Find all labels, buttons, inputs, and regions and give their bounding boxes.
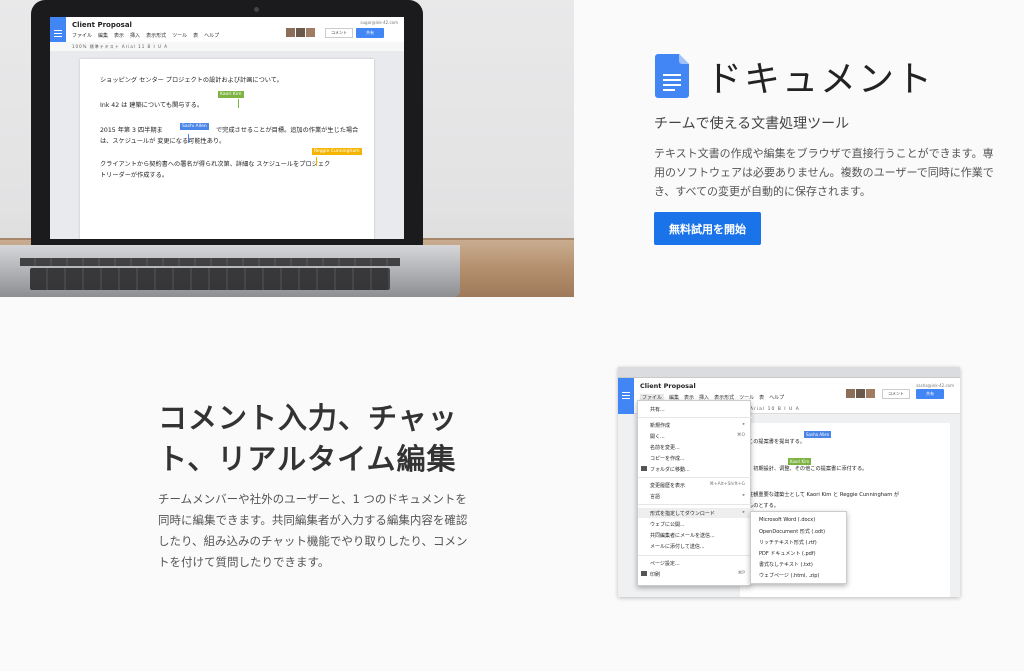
doc-line: 注観重要な建築士として Kaori Kim と Reggie Cunningha…: [748, 492, 900, 498]
doc-menubar: ファイル 編集 表示 挿入 表示形式 ツール 表 ヘルプ: [72, 32, 219, 39]
menu-table[interactable]: 表: [759, 394, 764, 401]
avatar: [286, 28, 295, 37]
menu-item-rename[interactable]: 名前を変更...: [650, 444, 680, 451]
menu-edit[interactable]: 編集: [98, 32, 108, 39]
menu-item-publish[interactable]: ウェブに公開...: [650, 521, 685, 528]
comments-button[interactable]: コメント: [325, 28, 353, 38]
doc-title: Client Proposal: [72, 21, 132, 29]
share-button[interactable]: 共有: [356, 28, 384, 38]
feature-description: チームメンバーや社外のユーザーと、1 つのドキュメントを同時に編集できます。共同…: [158, 492, 468, 569]
menu-item-make-copy[interactable]: コピーを作成...: [650, 455, 685, 462]
product-subtitle: チームで使える文書処理ツール: [654, 116, 850, 132]
submenu-arrow-icon: ▸: [742, 422, 745, 427]
menu-view[interactable]: 表示: [114, 32, 124, 39]
folder-icon: [641, 466, 647, 471]
file-menu: 共有... 新規作成 ▸ 開く... ⌘O 名前を変更... コピーを作成...…: [637, 400, 752, 586]
menu-item-move-to-folder[interactable]: フォルダに移動...: [650, 466, 690, 473]
menu-format[interactable]: 表示形式: [146, 32, 166, 39]
keyboard: [30, 268, 390, 290]
download-submenu: Microsoft Word (.docx) OpenDocument 形式 (…: [750, 511, 847, 584]
doc-title: Client Proposal: [640, 382, 696, 390]
doc-line: Ink 42 は 建築についても関与する。: [100, 102, 204, 109]
menu-item-email-collaborators[interactable]: 共同編集者にメールを送信...: [650, 532, 715, 539]
menu-item-email-attachment[interactable]: メールに添付して送信...: [650, 543, 705, 550]
menu-help[interactable]: ヘルプ: [769, 394, 784, 401]
cursor-sashi: [188, 134, 189, 143]
doc-line: 2015 年第 3 四半期ま: [100, 127, 163, 134]
doc-line: 、初期設計、调整、その他この提案書に添付する。: [748, 466, 868, 472]
doc-line: で完成させることが目標。追加の作業が生じた場合: [216, 127, 359, 134]
cursor-reggie: [316, 157, 317, 166]
avatar: [296, 28, 305, 37]
doc-header: Client Proposal ファイル 編集 表示 挿入 表示形式 ツール 表…: [50, 17, 404, 51]
cursor-label-kaori: Kaori Kim: [788, 458, 812, 465]
download-rtf[interactable]: リッチテキスト形式 (.rtf): [759, 539, 817, 546]
product-title: ドキュメント: [706, 59, 935, 100]
browser-bar: [618, 367, 960, 378]
menu-item-new[interactable]: 新規作成: [650, 422, 670, 429]
download-docx[interactable]: Microsoft Word (.docx): [759, 517, 815, 523]
submenu-arrow-icon: ▸: [742, 510, 745, 515]
menu-divider: [638, 504, 752, 505]
doc-toolbar: Arial 10 B I U A: [750, 407, 800, 412]
feature-title: コメント入力、チャット、リアルタイム編集: [158, 401, 458, 476]
download-txt[interactable]: 書式なしテキスト (.txt): [759, 561, 813, 568]
product-description: テキスト文書の作成や編集をブラウザで直接行うことができます。専用のソフトウェアは…: [654, 147, 994, 198]
menu-shortcut: ⌘O: [736, 433, 745, 438]
download-odt[interactable]: OpenDocument 形式 (.odt): [759, 528, 825, 535]
menu-item-open[interactable]: 開く...: [650, 433, 665, 440]
doc-line: ショッピング センター プロジェクトの設計および計画について。: [100, 77, 283, 84]
avatar: [856, 389, 865, 398]
menu-item-share[interactable]: 共有...: [650, 406, 665, 413]
doc-line: クライアントから契約書への署名が得られ次第、詳細な スケジュールをプロジェク: [100, 161, 331, 168]
comments-button[interactable]: コメント: [882, 389, 910, 399]
cursor-label-sashi: Sashi Allen: [180, 123, 209, 130]
menu-item-print[interactable]: 印刷: [650, 571, 660, 578]
menu-insert[interactable]: 挿入: [130, 32, 140, 39]
menu-item-download-as[interactable]: 形式を指定してダウンロード: [650, 510, 715, 517]
menu-file[interactable]: ファイル: [72, 32, 92, 39]
print-icon: [641, 571, 647, 576]
doc-line: この提案書を提出する。: [748, 439, 806, 445]
menu-item-page-setup[interactable]: ページ設定...: [650, 560, 680, 567]
doc-line: トリーダーが作成する。: [100, 172, 169, 179]
download-html[interactable]: ウェブページ (.html, .zip): [759, 572, 819, 579]
menu-tools[interactable]: ツール: [172, 32, 187, 39]
doc-line: は、スケジュールが 変更になる可能性あり。: [100, 138, 226, 145]
keyboard-row: [20, 258, 400, 266]
menu-help[interactable]: ヘルプ: [204, 32, 219, 39]
menu-divider: [638, 477, 752, 478]
cursor-label-sasha: Sasha Allen: [804, 431, 832, 438]
doc-page: ショッピング センター プロジェクトの設計および計画について。 Kaori Ki…: [80, 59, 374, 239]
collaborator-avatars: [846, 389, 875, 398]
file-menu-screenshot: Client Proposal ファイル 編集 表示 挿入 表示形式 ツール 表…: [618, 367, 960, 597]
menu-divider: [638, 555, 752, 556]
cursor-kaori: [238, 99, 239, 108]
menu-shortcut: ⌘P: [737, 571, 745, 576]
start-free-trial-button[interactable]: 無料試用を開始: [654, 212, 761, 245]
avatar: [306, 28, 315, 37]
menu-table[interactable]: 表: [193, 32, 198, 39]
share-button[interactable]: 共有: [916, 389, 944, 399]
laptop-camera: [254, 7, 259, 12]
collaborator-avatars: [286, 28, 315, 37]
cursor-label-reggie: Reggie Cunningham: [312, 148, 362, 155]
doc-line: ものとする。: [748, 503, 779, 509]
avatar: [846, 389, 855, 398]
download-pdf[interactable]: PDF ドキュメント (.pdf): [759, 550, 816, 557]
hero-photo: Client Proposal ファイル 編集 表示 挿入 表示形式 ツール 表…: [0, 0, 574, 297]
laptop-screen: Client Proposal ファイル 編集 表示 挿入 表示形式 ツール 表…: [50, 17, 404, 239]
menu-shortcut: ⌘+Alt+Shift+G: [709, 482, 745, 487]
avatar: [866, 389, 875, 398]
doc-toolbar: 100% 標準テキスト Arial 11 B I U A: [50, 42, 404, 51]
doc-user-email: sasha@ink-42.com: [916, 383, 954, 388]
docs-logo-icon: [618, 378, 634, 414]
menu-item-revision-history[interactable]: 変更履歴を表示: [650, 482, 685, 489]
submenu-arrow-icon: ▸: [742, 493, 745, 498]
cursor-label-kaori: Kaori Kim: [218, 91, 244, 98]
menu-item-language[interactable]: 言語: [650, 493, 660, 500]
doc-user-email: sugar@ink-42.com: [360, 20, 398, 25]
menu-divider: [638, 417, 752, 418]
google-docs-icon: [655, 54, 689, 98]
